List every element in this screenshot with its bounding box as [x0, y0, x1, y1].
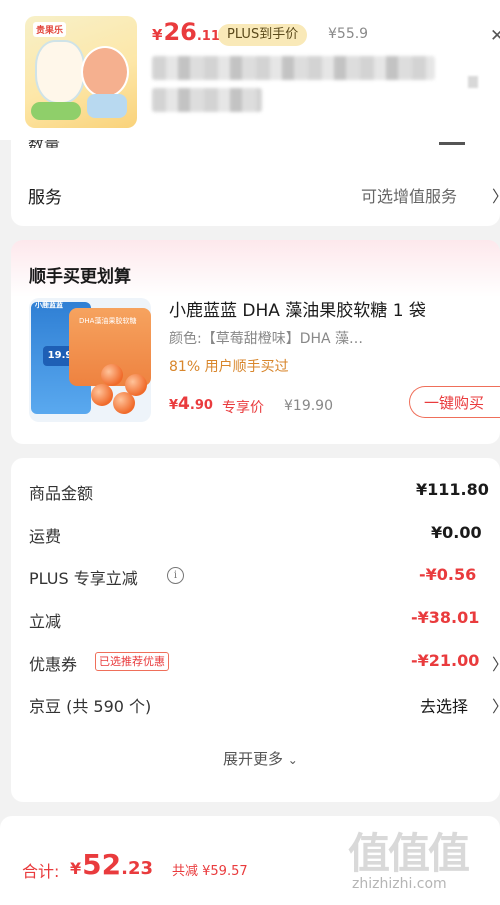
jingdou-select[interactable]: 去选择 — [420, 693, 468, 717]
plus-discount-value: -¥0.56 — [419, 565, 477, 584]
recommend-product-name[interactable]: 小鹿蓝蓝 DHA 藻油果胶软糖 1 袋 — [169, 296, 426, 321]
original-price: ¥55.9 — [328, 26, 369, 42]
total-saved: 共减 ¥59.57 — [172, 864, 248, 879]
chevron-right-icon[interactable]: 〉 — [492, 693, 500, 717]
expand-more-label: 展开更多 — [223, 750, 284, 768]
header-price: ¥ 26 .11 — [152, 18, 220, 46]
shipping-value: ¥0.00 — [431, 523, 482, 542]
recommend-price: ¥ 4 .90 — [169, 394, 213, 414]
info-icon[interactable]: i — [167, 567, 184, 584]
candy-image — [91, 384, 113, 406]
price-detail-card: 商品金额 ¥111.80 运费 ¥0.00 PLUS 专享立减 i -¥0.56… — [11, 458, 500, 802]
product-header: 贵果乐 ¥ 26 .11 PLUS到手价 ¥55.9 ✕ — [0, 0, 500, 140]
chevron-down-icon: ⌄ — [287, 753, 298, 767]
quantity-label: 数量 — [28, 140, 68, 148]
price-integer: 52 — [82, 848, 122, 881]
one-click-buy-button[interactable]: 一键购买 — [409, 386, 500, 418]
total-price: ¥ 52 .23 — [70, 848, 153, 881]
watermark-url: zhizhizhi.com — [352, 876, 447, 892]
thumbnail-tag — [31, 102, 81, 120]
toy-illustration — [81, 46, 129, 98]
close-icon[interactable]: ✕ — [490, 26, 500, 46]
toy-illustration — [87, 94, 127, 118]
goods-amount-value: ¥111.80 — [416, 480, 489, 499]
coupon-label: 优惠券 — [29, 655, 78, 674]
bag-label: DHA藻油果胶软糖 — [79, 317, 137, 325]
expand-more-button[interactable]: 展开更多 ⌄ — [223, 748, 298, 769]
coupon-recommend-badge: 已选推荐优惠 — [95, 652, 169, 671]
price-decimal: .23 — [121, 858, 153, 879]
candy-image — [101, 364, 123, 386]
plus-discount-label: PLUS 专享立减 — [29, 569, 138, 588]
service-card: 数量 服务 可选增值服务 〉 — [11, 140, 500, 226]
price-currency: ¥ — [169, 398, 179, 413]
blurred-product-title — [152, 88, 262, 112]
quantity-stepper[interactable] — [439, 142, 465, 145]
pack-brand-label: 小鹿蓝蓝 — [35, 301, 63, 309]
price-currency: ¥ — [152, 26, 163, 44]
candy-image — [125, 374, 147, 396]
plus-price-badge: PLUS到手价 — [218, 24, 308, 46]
thumbnail-brand-label: 贵果乐 — [33, 22, 67, 37]
chevron-right-icon[interactable]: 〉 — [492, 651, 500, 675]
chevron-right-icon[interactable]: 〉 — [492, 183, 500, 207]
price-decimal: .90 — [189, 398, 213, 413]
price-integer: 4 — [178, 394, 190, 414]
coupon-value[interactable]: -¥21.00 — [411, 651, 479, 670]
recommend-original-price: ¥19.90 — [284, 398, 333, 414]
watermark-logo: 值值值 — [348, 829, 470, 878]
product-thumbnail[interactable]: 贵果乐 — [25, 16, 137, 128]
recommend-product-image[interactable]: 小鹿蓝蓝 19.9 DHA藻油果胶软糖 — [29, 298, 151, 422]
blurred-quantity — [468, 76, 478, 88]
goods-amount-label: 商品金额 — [29, 484, 94, 503]
instant-discount-value: -¥38.01 — [411, 608, 480, 627]
quantity-label-cut: 数量 — [28, 140, 68, 148]
blurred-product-title — [152, 56, 435, 80]
service-label: 服务 — [28, 188, 62, 208]
recommend-title: 顺手买更划算 — [29, 267, 131, 287]
instant-discount-label: 立减 — [29, 612, 62, 631]
service-value[interactable]: 可选增值服务 — [361, 183, 457, 207]
total-label: 合计: — [22, 862, 60, 881]
shipping-label: 运费 — [29, 527, 62, 546]
jingdou-label: 京豆 (共 590 个) — [29, 697, 152, 716]
price-decimal: .11 — [196, 29, 220, 44]
price-integer: 26 — [163, 18, 197, 46]
recommend-bought-rate: 81% 用户顺手买过 — [169, 359, 289, 375]
exclusive-price-tag: 专享价 — [222, 400, 264, 416]
recommend-product-spec: 颜色:【草莓甜橙味】DHA 藻… — [169, 331, 364, 347]
toy-illustration — [35, 40, 85, 104]
price-currency: ¥ — [70, 859, 82, 878]
recommend-card: 顺手买更划算 小鹿蓝蓝 19.9 DHA藻油果胶软糖 小鹿蓝蓝 DHA 藻油果胶… — [11, 240, 500, 444]
